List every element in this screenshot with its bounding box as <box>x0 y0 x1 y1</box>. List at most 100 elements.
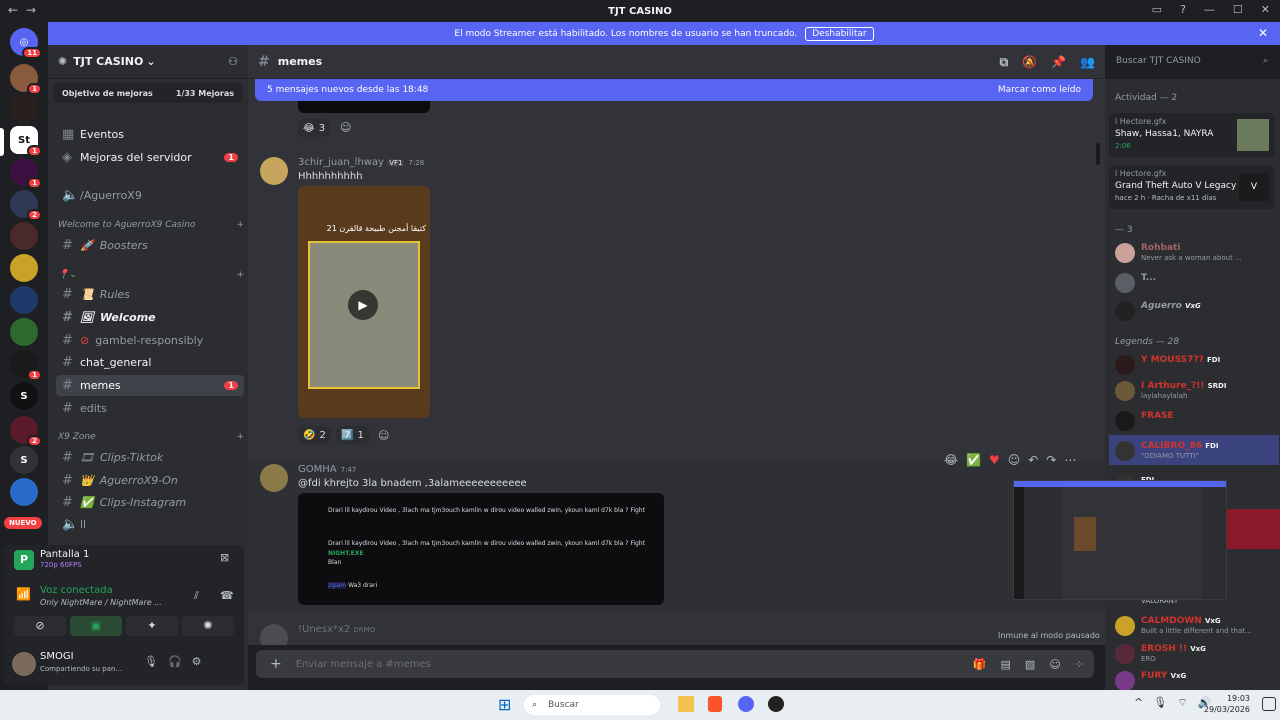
notifications-icon[interactable] <box>1262 697 1276 711</box>
server-icon[interactable] <box>10 254 38 282</box>
scrollbar[interactable] <box>1096 143 1100 165</box>
channel-aguerrox9[interactable]: 🔈/AguerroX9 <box>56 185 244 206</box>
member-row[interactable]: FRASE <box>1115 409 1275 433</box>
system-tray[interactable]: ^ 🎙 ⌔ 🔊 <box>1134 696 1211 710</box>
discord-taskbar-icon[interactable] <box>738 696 754 712</box>
member-row[interactable]: CALIBRO_86 FDI "ODIAMO TUTTI" <box>1115 439 1275 463</box>
member-row[interactable]: EROSH !! VxG ERO <box>1115 642 1275 666</box>
share-screen-button[interactable]: ▣ <box>70 616 122 636</box>
bell-icon[interactable]: 🔕 <box>1022 55 1037 70</box>
server-icon[interactable]: 1 <box>10 158 42 189</box>
soundboard-button[interactable]: ✺ <box>182 616 234 636</box>
window-controls[interactable]: ▭? — ☐ ✕ <box>1152 3 1270 16</box>
server-icon[interactable]: 2 <box>10 190 42 221</box>
message-list[interactable]: 5 mensajes nuevos desde las 18:48 Marcar… <box>248 79 1105 645</box>
heart-reaction-icon[interactable]: ♥ <box>989 453 1000 467</box>
wifi-icon[interactable]: ⌔ <box>1177 696 1187 710</box>
member-row[interactable]: I Arthure_?!! SRDI laylahaylalah <box>1115 379 1275 403</box>
activity-card[interactable]: l Hectore.gfx Grand Theft Auto V Legacy … <box>1109 165 1275 209</box>
search-input[interactable]: Buscar TJT CASINO ⌕ <box>1110 52 1274 72</box>
server-icon-tjt[interactable]: St 1 <box>10 126 42 157</box>
server-icon[interactable]: 2 <box>10 416 42 447</box>
previous-attachment[interactable] <box>298 101 430 113</box>
message-author[interactable]: GOMHA <box>298 464 337 475</box>
channel-edits[interactable]: # edits <box>56 398 244 419</box>
members-icon[interactable]: 👥 <box>1080 55 1095 70</box>
boost-goal-bar[interactable]: Objetivo de mejoras 1/33 Mejoras <box>54 83 242 103</box>
message-composer[interactable]: + Enviar mensaje a #memes 🎁 ▤ ▧ ☺ ⁘ <box>256 650 1094 678</box>
more-icon[interactable]: ⋯ <box>1064 453 1076 467</box>
start-icon[interactable]: ⊞ <box>498 696 516 714</box>
gif-icon[interactable]: ▤ <box>1001 658 1011 671</box>
channel-events[interactable]: ▦ Eventos <box>56 124 244 145</box>
add-channel-icon[interactable]: + <box>236 270 244 280</box>
emoji-icon[interactable]: ☺ <box>1049 658 1060 671</box>
channel-chat-general[interactable]: # chat_general <box>56 352 244 373</box>
channel-clips-tiktok[interactable]: # 🎞 Clips-Tiktok <box>56 447 244 468</box>
server-icon[interactable] <box>10 222 38 250</box>
pin-icon[interactable]: 📌 <box>1051 55 1066 70</box>
add-reaction-icon[interactable]: ☺ <box>1008 453 1021 467</box>
microphone-icon[interactable]: 🎙 <box>144 655 158 668</box>
video-attachment[interactable]: كتيقا أمجنن طبيحة قالقرن 21 ▶ <box>298 186 430 418</box>
inbox-icon[interactable]: ▭ <box>1152 3 1162 16</box>
close-window-icon[interactable]: ✕ <box>1261 3 1270 16</box>
stop-stream-icon[interactable]: ⊠ <box>220 551 229 564</box>
category-pin[interactable]: 📍⌄ + <box>58 270 244 280</box>
category-x9-zone[interactable]: X9 Zone + <box>58 432 244 442</box>
channel-gambel-responsibly[interactable]: # ⊘ gambel-responsibly <box>56 330 244 351</box>
brave-icon[interactable] <box>708 696 722 712</box>
add-channel-icon[interactable]: + <box>236 432 244 442</box>
channel-clips-instagram[interactable]: # ✅ Clips-Instagram <box>56 492 244 513</box>
channel-ll[interactable]: 🔈 ll <box>56 514 244 535</box>
sticker-icon[interactable]: ▧ <box>1025 658 1035 671</box>
channel-boosters[interactable]: # 🚀 Boosters <box>56 235 244 256</box>
image-embed[interactable]: Drari lil kaydirou Video , 3lach ma tjm3… <box>298 493 664 605</box>
add-member-icon[interactable]: ⚇ <box>228 55 238 68</box>
add-channel-icon[interactable]: + <box>236 220 244 230</box>
server-icon[interactable] <box>10 286 38 314</box>
reaction[interactable]: 🤣 2 <box>298 426 331 444</box>
home-button[interactable]: ◎ 11 <box>10 28 42 59</box>
avatar[interactable] <box>12 652 36 676</box>
add-reaction-icon[interactable]: ☺ <box>340 121 351 134</box>
channel-aguerrox9-on[interactable]: # 👑 AguerroX9-On <box>56 470 244 491</box>
server-icon[interactable]: S <box>10 382 38 410</box>
chevron-up-icon[interactable]: ^ <box>1134 696 1143 710</box>
reaction[interactable]: 😂 3 <box>298 119 331 137</box>
server-icon[interactable] <box>10 318 38 346</box>
maximize-icon[interactable]: ☐ <box>1233 3 1243 16</box>
member-row[interactable]: CALMDOWN VxG Built a little different and… <box>1115 614 1275 638</box>
server-icon[interactable]: 1 <box>10 350 42 381</box>
activities-button[interactable]: ✦ <box>126 616 178 636</box>
stream-preview[interactable] <box>1013 480 1227 600</box>
message-author[interactable]: 3chir_juan_lhway <box>298 157 384 168</box>
server-header[interactable]: ✺ TJT CASINO ⌄ ⚇ <box>48 45 248 79</box>
disable-streamer-button[interactable]: Deshabilitar <box>805 26 874 41</box>
member-row[interactable]: T... <box>1115 271 1275 295</box>
gift-icon[interactable]: 🎁 <box>973 658 987 671</box>
mark-read-button[interactable]: Marcar como leído <box>998 85 1081 95</box>
member-row[interactable]: Y MOUSS7?? FDI <box>1115 353 1275 377</box>
server-icon[interactable] <box>10 478 38 506</box>
add-reaction-icon[interactable]: ☺ <box>378 429 389 442</box>
apps-icon[interactable]: ⁘ <box>1075 658 1084 671</box>
server-icon[interactable] <box>10 94 38 122</box>
taskbar-search[interactable]: ⌕ Buscar <box>524 695 660 715</box>
channel-memes[interactable]: # memes 1 <box>56 375 244 396</box>
gear-icon[interactable]: ⚙ <box>192 655 202 668</box>
category-welcome[interactable]: Welcome to AguerroX9 Casino + <box>58 220 244 230</box>
minimize-icon[interactable]: — <box>1204 3 1215 16</box>
activity-card[interactable]: l Hectore.gfx Shaw, Hassa1, NAYRA 2:06 <box>1109 113 1275 157</box>
avatar[interactable] <box>260 157 288 185</box>
member-row[interactable]: Aguerro VxG <box>1115 299 1275 323</box>
avatar[interactable] <box>260 624 288 645</box>
clock[interactable]: 19:03 29/03/2026 <box>1204 693 1250 715</box>
server-icon[interactable]: 1 <box>10 64 42 95</box>
help-icon[interactable]: ? <box>1180 3 1186 16</box>
message-input[interactable]: Enviar mensaje a #memes <box>296 659 431 670</box>
threads-icon[interactable]: ⧉ <box>1000 55 1009 70</box>
channel-rules[interactable]: # 📜 Rules <box>56 284 244 305</box>
avatar[interactable] <box>260 464 288 492</box>
play-icon[interactable]: ▶ <box>348 290 378 320</box>
